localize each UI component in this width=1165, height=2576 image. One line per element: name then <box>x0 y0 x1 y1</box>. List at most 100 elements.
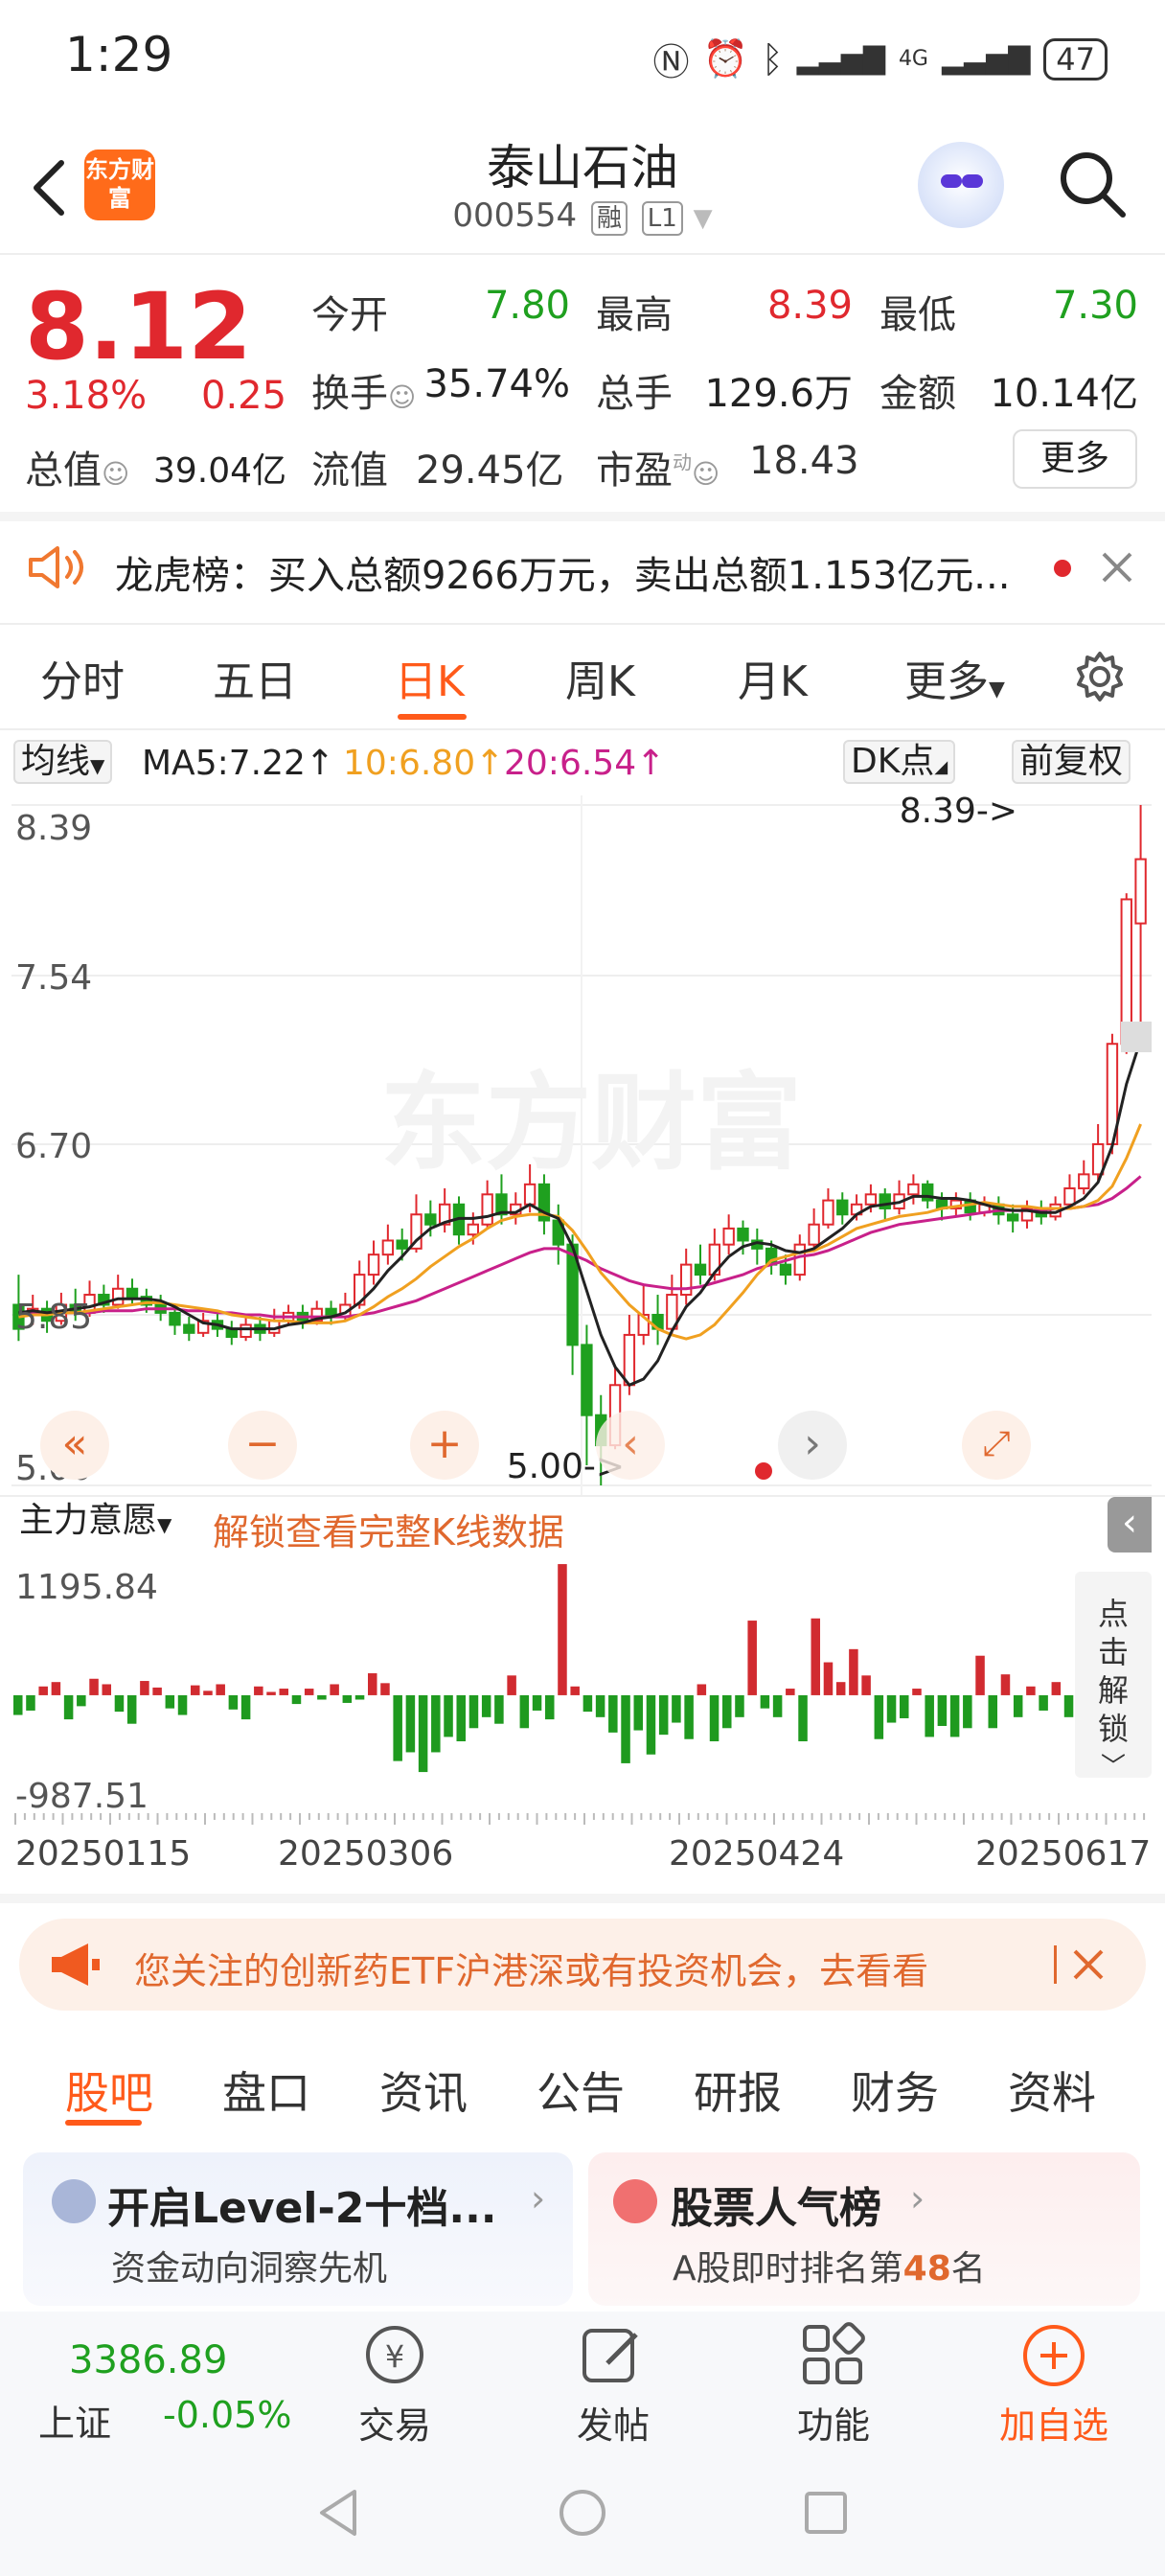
side-unlock-button[interactable]: 点击解锁 ﹀ <box>1075 1572 1152 1782</box>
tab-profile[interactable]: 资料 <box>1008 2058 1096 2122</box>
tab-research[interactable]: 研报 <box>694 2058 782 2122</box>
dropdown-icon[interactable]: ▼ <box>694 204 713 233</box>
close-icon[interactable] <box>1100 550 1134 585</box>
nav-home-icon[interactable] <box>556 2486 609 2540</box>
volume-label: 总手 <box>596 372 673 416</box>
more-quote-button[interactable]: 更多 <box>1013 429 1137 489</box>
main-force-bar <box>393 1694 402 1761</box>
tab-pankou[interactable]: 盘口 <box>222 2058 310 2122</box>
main-force-bar <box>507 1675 516 1695</box>
scroll-left-button[interactable]: ‹ <box>596 1411 665 1480</box>
collapse-panel-icon[interactable]: ‹ <box>1108 1497 1152 1552</box>
main-force-bar <box>456 1694 467 1742</box>
tab-weekly-k[interactable]: 周K <box>565 647 635 708</box>
tab-guba[interactable]: 股吧 <box>65 2058 153 2122</box>
zoom-in-button[interactable]: + <box>410 1411 479 1480</box>
main-force-bar <box>63 1694 74 1720</box>
candle-body <box>822 1199 834 1226</box>
y-tick-label: 8.39 <box>15 809 92 848</box>
tab-daily-k[interactable]: 日K <box>395 647 465 708</box>
candle-body <box>169 1311 181 1326</box>
main-force-bar <box>216 1684 225 1695</box>
nav-back-icon[interactable] <box>312 2486 366 2540</box>
fullscreen-icon[interactable]: ⤢ <box>962 1411 1031 1480</box>
candlestick-chart[interactable]: 东方财富 8.397.546.705.855.00 8.39-> 5.00-> <box>11 795 1152 1495</box>
float-cap-value: 29.45亿 <box>416 448 564 493</box>
scroll-left-fast-button[interactable]: « <box>40 1411 109 1480</box>
popularity-title: 股票人气榜 <box>671 2184 881 2233</box>
candle-body <box>111 1287 125 1306</box>
candle-body <box>1134 858 1147 925</box>
adjust-selector[interactable]: 前复权 <box>1012 740 1131 784</box>
main-force-bar <box>418 1694 428 1773</box>
functions-icon[interactable] <box>799 2321 866 2388</box>
chevron-right-icon: › <box>531 2177 546 2220</box>
nav-recent-icon[interactable] <box>799 2486 853 2540</box>
main-force-bar <box>254 1686 263 1695</box>
main-force-bar <box>1013 1694 1023 1717</box>
crosshair-handle[interactable] <box>1121 1022 1152 1052</box>
candle-body <box>1078 1173 1090 1190</box>
main-force-bar <box>532 1694 542 1711</box>
main-force-bar <box>988 1694 998 1729</box>
main-force-bar <box>203 1690 213 1695</box>
dragon-tiger-notice[interactable]: 龙虎榜：买入总额9266万元，卖出总额1.153亿元... <box>115 544 1010 600</box>
tab-five-day[interactable]: 五日 <box>213 647 297 708</box>
popularity-card[interactable]: 股票人气榜 › A股即时排名第48名 <box>588 2152 1140 2306</box>
candle-body <box>679 1263 693 1297</box>
notice-divider <box>0 623 1165 625</box>
chevron-down-icon: ﹀ <box>1100 1753 1126 1782</box>
tab-news[interactable]: 资讯 <box>379 2058 468 2122</box>
nav-functions[interactable]: 功能 <box>776 2396 891 2449</box>
tab-monthly-k[interactable]: 月K <box>738 647 808 708</box>
index-value[interactable]: 3386.89 <box>69 2338 227 2382</box>
main-force-bar <box>1026 1686 1036 1695</box>
index-change[interactable]: -0.05% <box>163 2394 291 2436</box>
main-force-bar <box>786 1689 795 1695</box>
main-force-bar <box>1063 1694 1074 1717</box>
nav-trade[interactable]: 交易 <box>337 2396 452 2449</box>
main-force-bar <box>861 1675 871 1695</box>
ma-selector[interactable]: 均线▼ <box>13 740 113 784</box>
zoom-out-button[interactable]: − <box>228 1411 297 1480</box>
main-force-bar <box>291 1694 302 1705</box>
tab-announcements[interactable]: 公告 <box>537 2058 625 2122</box>
candle-body <box>126 1287 139 1299</box>
unlock-kline-link[interactable]: 解锁查看完整K线数据 <box>213 1503 564 1555</box>
main-force-bar <box>811 1618 821 1695</box>
scroll-right-button[interactable]: › <box>778 1411 847 1480</box>
pe-value: 18.43 <box>749 439 859 483</box>
close-promo-icon[interactable] <box>1071 1947 1106 1982</box>
main-force-bar <box>266 1691 276 1695</box>
network-type: 4G <box>898 47 928 71</box>
candle-body <box>581 1344 593 1416</box>
indicator-selector[interactable]: 主力意愿▼ <box>13 1501 178 1545</box>
section-gap <box>0 1894 1165 1903</box>
tab-finance[interactable]: 财务 <box>851 2058 939 2122</box>
main-force-bar <box>342 1694 353 1703</box>
tab-more[interactable]: 更多▼ <box>904 647 1005 708</box>
open-label: 今开 <box>311 293 388 337</box>
tabs-divider <box>0 728 1165 730</box>
y-axis-labels: 8.397.546.705.855.00 <box>15 809 92 1488</box>
search-icon[interactable] <box>1054 146 1131 222</box>
main-force-bar <box>558 1564 567 1695</box>
change-percent: 3.18% <box>25 374 148 418</box>
trade-icon[interactable]: ¥ <box>356 2321 433 2388</box>
index-name[interactable]: 上证 <box>38 2394 111 2447</box>
level2-card[interactable]: 开启Level-2十档... › 资金动向洞察先机 <box>23 2152 573 2306</box>
main-force-bar <box>13 1694 23 1715</box>
main-force-bar <box>405 1694 416 1753</box>
nav-add-watchlist[interactable]: 加自选 <box>987 2396 1121 2449</box>
nav-post[interactable]: 发帖 <box>556 2396 671 2449</box>
dk-point-selector[interactable]: DK点◢ <box>843 740 956 784</box>
add-watchlist-icon[interactable] <box>1019 2321 1088 2390</box>
post-icon[interactable] <box>579 2321 646 2388</box>
assistant-avatar-icon[interactable] <box>918 142 1004 228</box>
float-cap-label: 流值 <box>311 448 388 493</box>
settings-gear-icon[interactable] <box>1071 648 1129 705</box>
level-tag: L1 <box>641 201 683 236</box>
main-force-bar <box>570 1686 580 1695</box>
main-force-bar <box>937 1694 948 1726</box>
tab-intraday[interactable]: 分时 <box>40 647 125 708</box>
